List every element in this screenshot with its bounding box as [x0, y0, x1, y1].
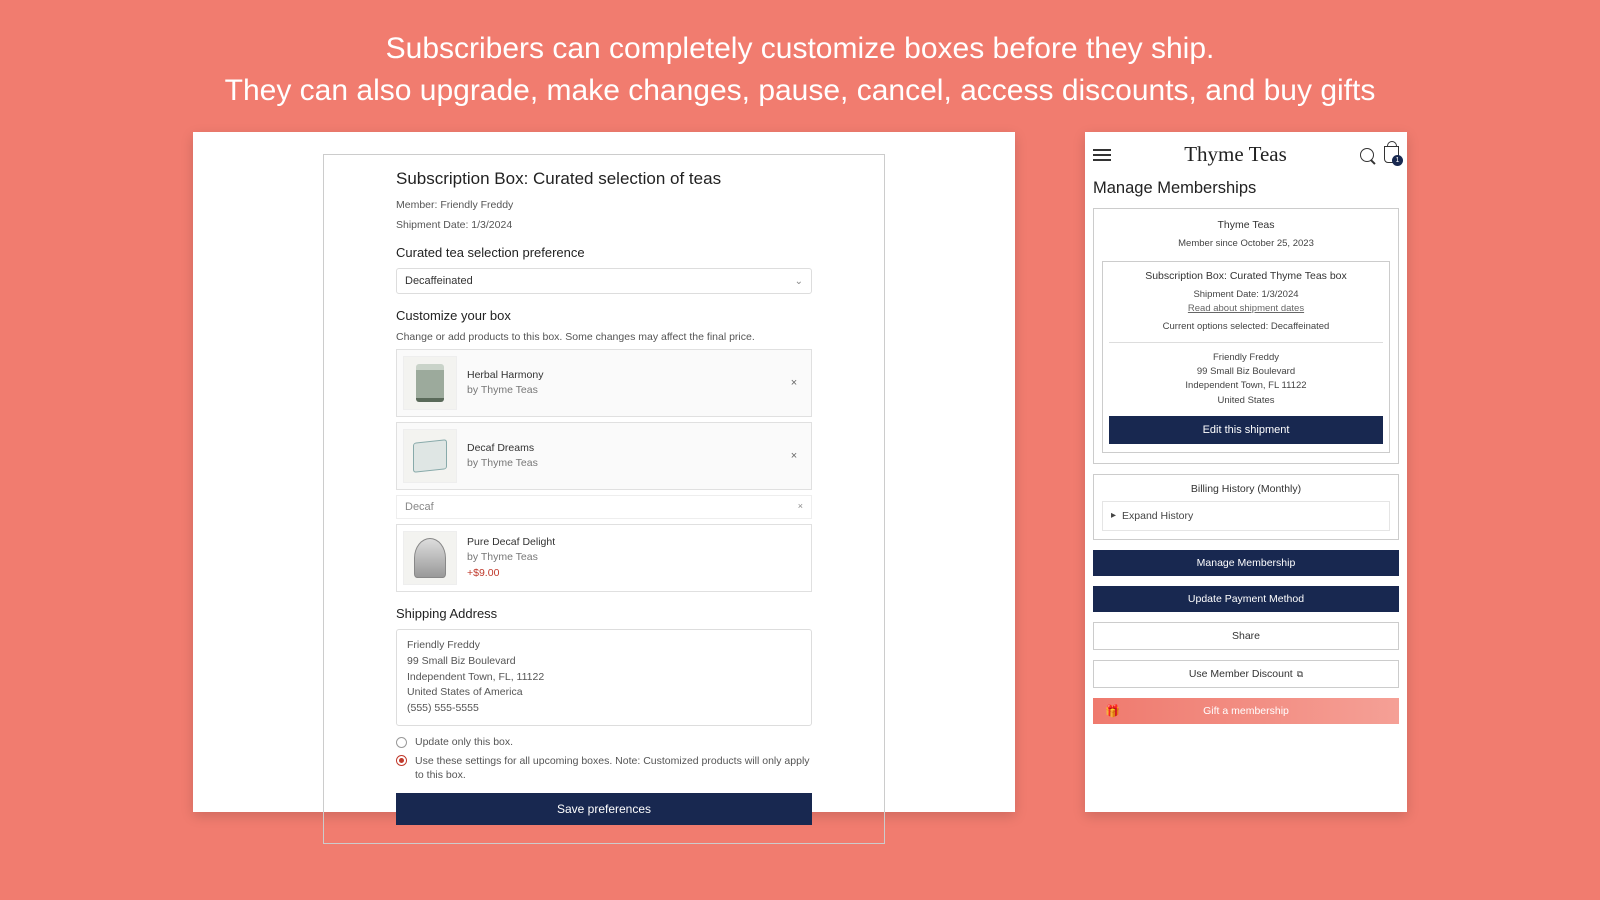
update-payment-button[interactable]: Update Payment Method [1093, 586, 1399, 612]
addr-line1: 99 Small Biz Boulevard [1109, 365, 1383, 379]
member-since: Member since October 25, 2023 [1102, 237, 1390, 251]
remove-icon[interactable]: × [787, 376, 801, 390]
product-brand: by Thyme Teas [467, 384, 538, 396]
billing-title: Billing History (Monthly) [1102, 483, 1390, 495]
update-option-all-boxes[interactable]: Use these settings for all upcoming boxe… [396, 754, 812, 783]
external-link-icon: ⧉ [1297, 669, 1303, 679]
addr-phone: (555) 555-5555 [407, 701, 801, 717]
product-row: Decaf Dreams by Thyme Teas × [396, 422, 812, 490]
desktop-panel: Subscription Box: Curated selection of t… [193, 132, 1015, 812]
product-name: Decaf Dreams [467, 441, 805, 456]
chevron-down-icon: ⌄ [795, 276, 803, 287]
shipment-date: Shipment Date: 1/3/2024 [1109, 288, 1383, 302]
manage-membership-button[interactable]: Manage Membership [1093, 550, 1399, 576]
product-thumbnail [403, 356, 457, 410]
preference-value: Decaffeinated [405, 275, 473, 287]
member-discount-button[interactable]: Use Member Discount ⧉ [1093, 660, 1399, 688]
product-name: Herbal Harmony [467, 368, 805, 383]
clear-icon[interactable]: × [798, 501, 803, 513]
addr-line2: Independent Town, FL, 11122 [407, 670, 801, 686]
remove-icon[interactable]: × [787, 449, 801, 463]
product-brand: by Thyme Teas [467, 457, 538, 469]
suggested-product-row[interactable]: Pure Decaf Delight by Thyme Teas +$9.00 [396, 524, 812, 592]
gift-membership-button[interactable]: 🎁 Gift a membership [1093, 698, 1399, 724]
page-title: Manage Memberships [1093, 179, 1399, 198]
product-name: Pure Decaf Delight [467, 535, 805, 550]
shipping-address: Friendly Freddy 99 Small Biz Boulevard I… [396, 629, 812, 726]
customize-label: Customize your box [396, 308, 812, 323]
expand-history-button[interactable]: Expand History [1102, 501, 1390, 531]
membership-card: Thyme Teas Member since October 25, 2023… [1093, 208, 1399, 464]
member-line: Member: Friendly Freddy [396, 199, 812, 211]
gift-icon: 🎁 [1105, 704, 1120, 718]
headline-line-2: They can also upgrade, make changes, pau… [40, 70, 1560, 112]
preference-label: Curated tea selection preference [396, 245, 812, 260]
billing-history-card: Billing History (Monthly) Expand History [1093, 474, 1399, 540]
subscription-form: Subscription Box: Curated selection of t… [323, 154, 885, 844]
product-brand: by Thyme Teas [467, 551, 538, 563]
box-title: Subscription Box: Curated selection of t… [396, 169, 812, 189]
addr-name: Friendly Freddy [407, 638, 801, 654]
shipment-dates-link[interactable]: Read about shipment dates [1188, 303, 1304, 314]
radio-icon [396, 737, 407, 748]
preference-select[interactable]: Decaffeinated ⌄ [396, 268, 812, 294]
addr-line1: 99 Small Biz Boulevard [407, 654, 801, 670]
product-price: +$9.00 [467, 566, 805, 581]
addr-country: United States [1109, 394, 1383, 408]
product-search-input[interactable]: Decaf × [396, 495, 812, 519]
edit-shipment-button[interactable]: Edit this shipment [1109, 416, 1383, 444]
mobile-panel: Thyme Teas 1 Manage Memberships Thyme Te… [1085, 132, 1407, 812]
share-button[interactable]: Share [1093, 622, 1399, 650]
cart-badge: 1 [1392, 155, 1403, 166]
box-title: Subscription Box: Curated Thyme Teas box [1109, 270, 1383, 282]
customize-help: Change or add products to this box. Some… [396, 331, 812, 343]
addr-line2: Independent Town, FL 11122 [1109, 379, 1383, 393]
cart-icon[interactable]: 1 [1384, 146, 1399, 163]
product-thumbnail [403, 429, 457, 483]
menu-icon[interactable] [1093, 149, 1111, 161]
headline: Subscribers can completely customize box… [0, 0, 1600, 122]
addr-name: Friendly Freddy [1109, 351, 1383, 365]
update-option-this-box[interactable]: Update only this box. [396, 736, 812, 748]
brand-logo: Thyme Teas [1184, 142, 1287, 167]
addr-country: United States of America [407, 685, 801, 701]
shipping-address-label: Shipping Address [396, 606, 812, 621]
product-thumbnail [403, 531, 457, 585]
merchant-name: Thyme Teas [1102, 219, 1390, 231]
current-options: Current options selected: Decaffeinated [1109, 320, 1383, 334]
save-preferences-button[interactable]: Save preferences [396, 793, 812, 825]
gift-label: Gift a membership [1203, 705, 1289, 717]
product-row: Herbal Harmony by Thyme Teas × [396, 349, 812, 417]
radio-label: Use these settings for all upcoming boxe… [415, 754, 812, 783]
search-icon[interactable] [1360, 148, 1374, 162]
radio-label: Update only this box. [415, 736, 513, 748]
shipment-date: Shipment Date: 1/3/2024 [396, 219, 812, 231]
search-value: Decaf [405, 501, 434, 513]
headline-line-1: Subscribers can completely customize box… [40, 28, 1560, 70]
divider [1109, 342, 1383, 343]
discount-label: Use Member Discount [1189, 668, 1293, 680]
radio-icon [396, 755, 407, 766]
expand-history-label: Expand History [1122, 510, 1193, 522]
